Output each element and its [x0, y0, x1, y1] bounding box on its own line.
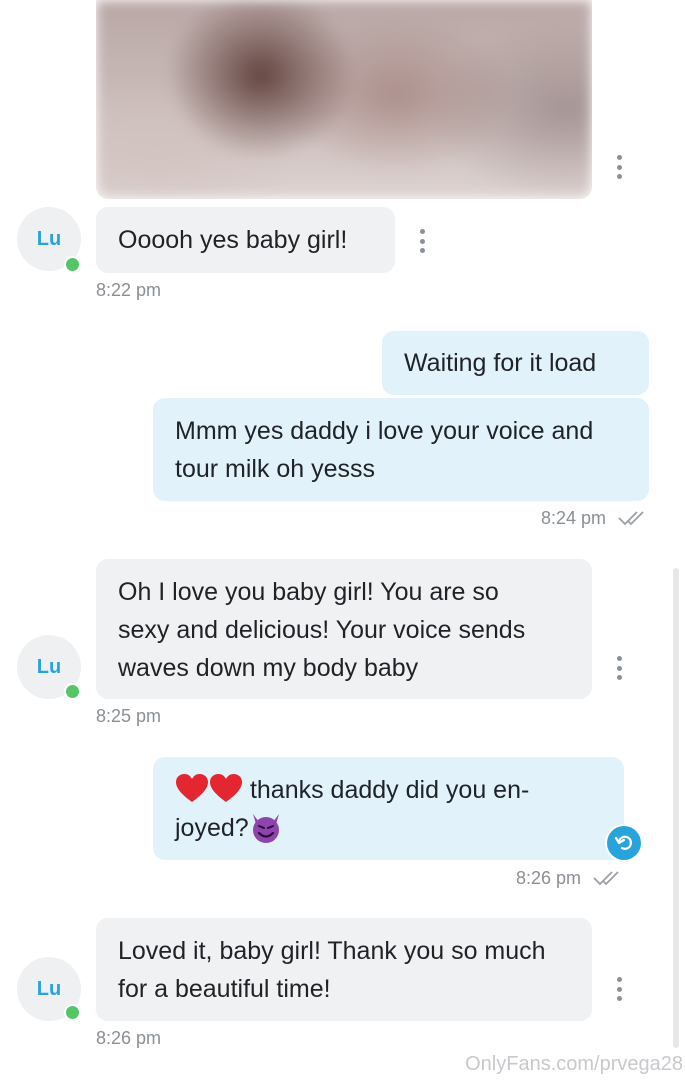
avatar-initials: Lu: [36, 655, 62, 678]
outgoing-message-bubble[interactable]: thanks daddy did you en- joyed?: [153, 757, 624, 860]
online-status-dot: [64, 1004, 81, 1021]
message-line: joyed?: [175, 809, 602, 847]
message-text: joyed?: [175, 814, 249, 842]
undo-arrow-icon: [614, 835, 633, 850]
message-text: Mmm yes daddy i love your voice and tour…: [175, 417, 594, 483]
message-text: Loved it, baby girl! Thank you so much f…: [118, 937, 546, 1003]
message-timestamp: 8:22 pm: [96, 280, 162, 300]
more-options-icon[interactable]: [614, 656, 624, 680]
incoming-message-bubble[interactable]: Oh I love you baby girl! You are so sexy…: [96, 559, 592, 699]
incoming-message-bubble[interactable]: Loved it, baby girl! Thank you so much f…: [96, 918, 592, 1021]
message-line: thanks daddy did you en-: [175, 771, 602, 809]
message-timestamp: 8:26 pm: [96, 1028, 162, 1048]
message-text: Waiting for it load: [404, 349, 597, 377]
red-heart-emoji-icon: [176, 774, 208, 802]
double-check-icon: [618, 511, 644, 526]
outgoing-message-bubble[interactable]: Mmm yes daddy i love your voice and tour…: [153, 398, 649, 501]
online-status-dot: [64, 683, 81, 700]
blurred-media-message[interactable]: [96, 0, 592, 199]
red-heart-emoji-icon: [210, 774, 242, 802]
message-text: Ooooh yes baby girl!: [118, 226, 348, 254]
message-timestamp: 8:25 pm: [96, 706, 162, 726]
message-text: thanks daddy did you en-: [249, 776, 530, 804]
undo-icon[interactable]: [607, 826, 641, 860]
watermark: OnlyFans.com/prvega28: [465, 1053, 683, 1075]
avatar-initials: Lu: [36, 227, 62, 250]
more-options-icon[interactable]: [614, 155, 624, 179]
message-timestamp: 8:24 pm: [541, 508, 607, 528]
online-status-dot: [64, 256, 81, 273]
double-check-icon: [593, 871, 619, 886]
outgoing-message-bubble[interactable]: Waiting for it load: [382, 331, 649, 395]
more-options-icon[interactable]: [614, 977, 624, 1001]
smiling-devil-emoji-icon: [252, 814, 279, 843]
avatar-initials: Lu: [36, 977, 62, 1000]
more-options-icon[interactable]: [417, 229, 427, 253]
incoming-message-bubble[interactable]: Ooooh yes baby girl!: [96, 207, 395, 273]
message-timestamp: 8:26 pm: [516, 868, 582, 888]
media-preview: [96, 0, 592, 199]
scrollbar[interactable]: [673, 568, 679, 1048]
message-text: Oh I love you baby girl! You are so sexy…: [118, 578, 526, 682]
